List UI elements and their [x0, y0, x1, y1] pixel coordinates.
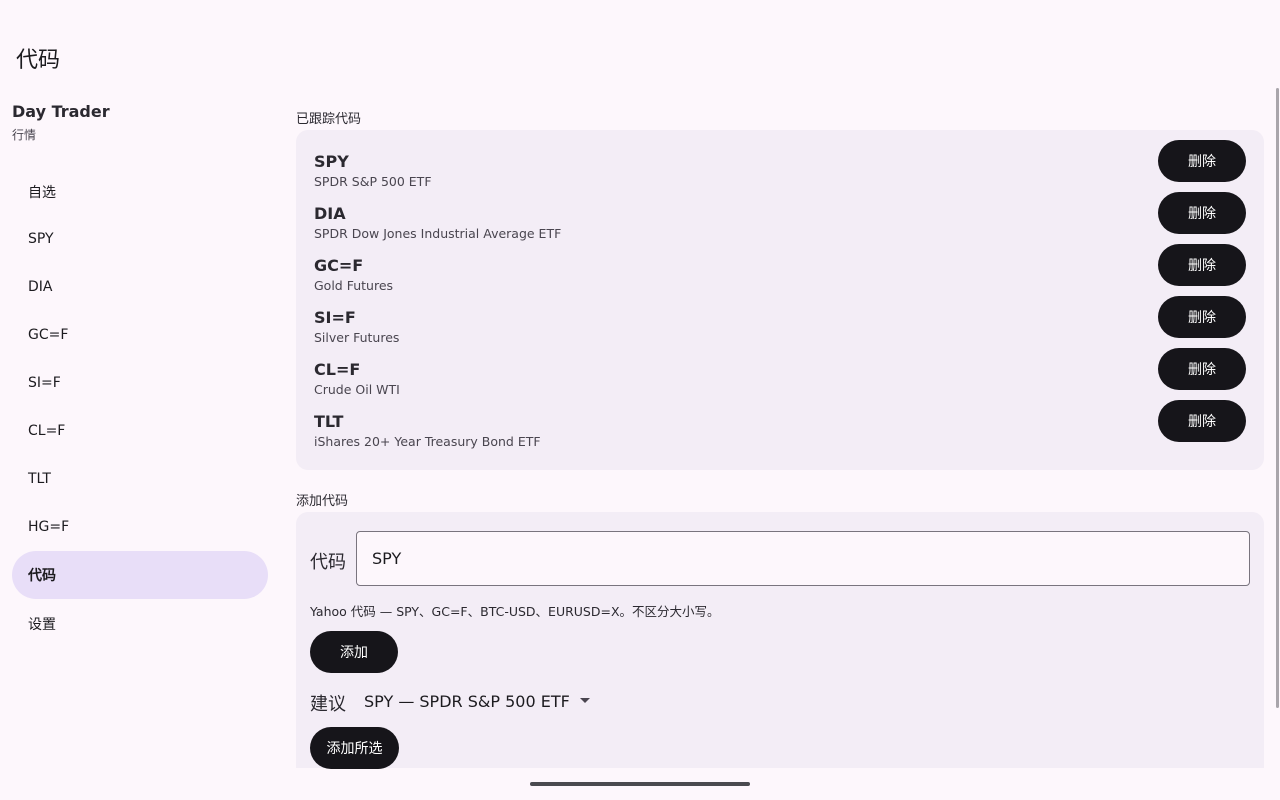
nav-item-label: CL=F — [28, 423, 66, 439]
symbol-input[interactable] — [356, 531, 1250, 586]
delete-button[interactable]: 删除 — [1158, 296, 1246, 338]
nav-item-hgf[interactable]: HG=F — [12, 503, 268, 551]
symbol-hint: Yahoo 代码 — SPY、GC=F、BTC-USD、EURUSD=X。不区分… — [310, 604, 720, 619]
nav-item-label: HG=F — [28, 519, 70, 535]
symbol-code: DIA — [314, 204, 346, 223]
nav-item-watchlist[interactable]: 自选 — [12, 168, 268, 216]
app-name: Day Trader — [12, 102, 110, 121]
tracked-row: DIA SPDR Dow Jones Industrial Average ET… — [296, 192, 1264, 256]
nav-item-symbols[interactable]: 代码 — [12, 551, 268, 599]
delete-button[interactable]: 删除 — [1158, 192, 1246, 234]
delete-button[interactable]: 删除 — [1158, 400, 1246, 442]
page-title: 代码 — [16, 48, 61, 73]
tracked-symbols-card: SPY SPDR S&P 500 ETF 删除 DIA SPDR Dow Jon… — [296, 130, 1264, 470]
tracked-row: GC=F Gold Futures 删除 — [296, 244, 1264, 308]
suggestion-value: SPY — SPDR S&P 500 ETF — [364, 691, 570, 711]
delete-button[interactable]: 删除 — [1158, 140, 1246, 182]
symbol-name: iShares 20+ Year Treasury Bond ETF — [314, 434, 541, 449]
tracked-row: CL=F Crude Oil WTI 删除 — [296, 348, 1264, 412]
nav-item-spy[interactable]: SPY — [12, 215, 268, 263]
add-symbol-card: 代码 Yahoo 代码 — SPY、GC=F、BTC-USD、EURUSD=X。… — [296, 512, 1264, 769]
tracked-row: TLT iShares 20+ Year Treasury Bond ETF 删… — [296, 400, 1264, 464]
delete-button[interactable]: 删除 — [1158, 244, 1246, 286]
nav-item-label: 代码 — [28, 568, 56, 584]
nav-item-sif[interactable]: SI=F — [12, 359, 268, 407]
nav-item-tlt[interactable]: TLT — [12, 455, 268, 503]
nav-item-dia[interactable]: DIA — [12, 263, 268, 311]
nav-item-settings[interactable]: 设置 — [12, 600, 268, 648]
tracked-section-label: 已跟踪代码 — [296, 112, 362, 127]
delete-button[interactable]: 删除 — [1158, 348, 1246, 390]
status-bar: 8:00 AM ▾◢▮ — [0, 0, 1280, 24]
symbol-code: CL=F — [314, 360, 361, 379]
symbol-name: SPDR Dow Jones Industrial Average ETF — [314, 226, 562, 241]
symbol-code: SPY — [314, 152, 349, 171]
nav-item-label: DIA — [28, 279, 53, 295]
status-time: 8:00 AM — [16, 4, 70, 19]
symbol-name: Crude Oil WTI — [314, 382, 400, 397]
dropdown-arrow-icon[interactable] — [580, 698, 590, 703]
suggestion-dropdown[interactable]: SPY — SPDR S&P 500 ETF — [364, 688, 570, 714]
suggestion-label: 建议 — [310, 694, 346, 715]
nav-item-label: TLT — [28, 471, 51, 487]
tracked-row: SPY SPDR S&P 500 ETF 删除 — [296, 140, 1264, 204]
home-indicator[interactable] — [530, 782, 750, 786]
add-button[interactable]: 添加 — [310, 631, 398, 673]
scrollbar[interactable] — [1276, 88, 1279, 708]
symbol-name: SPDR S&P 500 ETF — [314, 174, 432, 189]
nav-item-label: 设置 — [28, 617, 56, 633]
add-section-label: 添加代码 — [296, 494, 349, 509]
symbol-field-label: 代码 — [310, 552, 346, 573]
symbol-code: GC=F — [314, 256, 364, 275]
nav-item-label: SPY — [28, 231, 54, 247]
nav-item-label: GC=F — [28, 327, 69, 343]
status-icons: ▾◢▮ — [1234, 4, 1262, 18]
app-subtitle: 行情 — [12, 128, 37, 142]
nav-item-gcf[interactable]: GC=F — [12, 311, 268, 359]
symbol-code: TLT — [314, 412, 344, 431]
add-selected-button[interactable]: 添加所选 — [310, 727, 399, 769]
tracked-row: SI=F Silver Futures 删除 — [296, 296, 1264, 360]
nav-item-clf[interactable]: CL=F — [12, 407, 268, 455]
nav-item-label: SI=F — [28, 375, 61, 391]
symbol-code: SI=F — [314, 308, 356, 327]
symbol-name: Gold Futures — [314, 278, 394, 293]
symbol-name: Silver Futures — [314, 330, 400, 345]
nav-item-label: 自选 — [28, 185, 56, 201]
